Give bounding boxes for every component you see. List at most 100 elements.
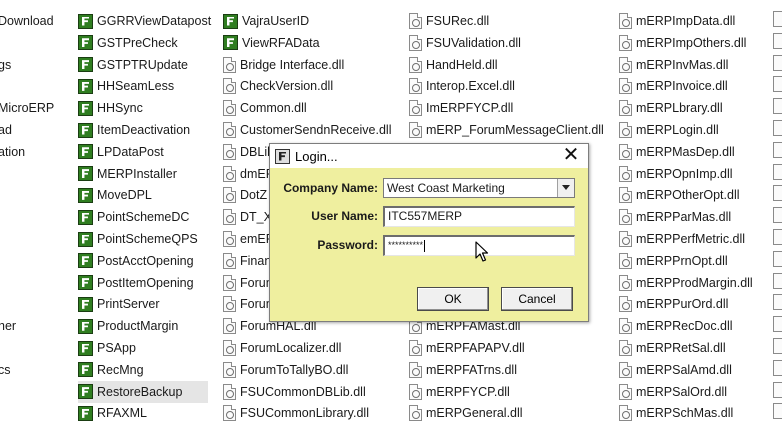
list-item[interactable]: FSUCommonLibrary.dll bbox=[223, 402, 369, 424]
list-item[interactable]: emEF bbox=[223, 228, 273, 250]
list-item[interactable]: GSTPreCheck bbox=[78, 32, 178, 54]
list-item[interactable]: mERPSalAmd.dll bbox=[619, 359, 732, 381]
list-item[interactable]: DotZ bbox=[223, 184, 267, 206]
list-item[interactable]: mERPProdMargin.dll bbox=[619, 272, 753, 294]
list-item-label: HHSeamLess bbox=[97, 79, 175, 94]
list-item[interactable]: PostItemOpening bbox=[78, 272, 194, 294]
list-item[interactable]: mERPOpnImp.dll bbox=[619, 163, 733, 185]
list-item[interactable]: mERPLbrary.dll bbox=[619, 97, 723, 119]
list-item[interactable]: mERPImpData.dll bbox=[619, 10, 735, 32]
list-item[interactable]: Common.dll bbox=[223, 97, 307, 119]
list-item[interactable]: mERPRetSal.dll bbox=[619, 337, 726, 359]
list-item[interactable]: Forun bbox=[223, 293, 273, 315]
dll-file-icon bbox=[223, 165, 236, 182]
list-item[interactable]: HandHeld.dll bbox=[409, 54, 498, 76]
list-item[interactable]: mERPParMas.dll bbox=[619, 206, 731, 228]
list-item-label: mERPSchMas.dll bbox=[636, 406, 734, 421]
user-name-input[interactable]: ITC557MERP bbox=[383, 206, 575, 227]
list-item[interactable]: PostAcctOpening bbox=[78, 250, 194, 272]
list-item[interactable]: mERPOtherOpt.dll bbox=[619, 184, 740, 206]
list-item[interactable]: RecMng bbox=[78, 359, 144, 381]
list-item[interactable]: GGRRViewDatapost bbox=[78, 10, 211, 32]
list-item[interactable]: PointSchemeQPS bbox=[78, 228, 198, 250]
list-item-label: FSUCommonDBLib.dll bbox=[240, 384, 366, 399]
list-item[interactable]: FSUValidation.dll bbox=[409, 32, 521, 54]
list-item[interactable]: HHSync bbox=[78, 97, 143, 119]
list-item[interactable]: ForumLocalizer.dll bbox=[223, 337, 341, 359]
list-item-label: Interop.Excel.dll bbox=[426, 79, 515, 94]
list-item[interactable]: MoveDPL bbox=[78, 184, 152, 206]
company-name-select[interactable]: West Coast Marketing bbox=[383, 178, 575, 198]
list-item[interactable]: her bbox=[0, 315, 16, 337]
list-item[interactable]: Download bbox=[0, 10, 54, 32]
list-item[interactable]: RestoreBackup bbox=[78, 380, 208, 403]
dll-file-icon bbox=[773, 141, 782, 158]
list-item[interactable]: MicroERP bbox=[0, 97, 54, 119]
chevron-down-icon[interactable] bbox=[557, 179, 574, 197]
company-name-value: West Coast Marketing bbox=[387, 181, 505, 195]
list-item-label: mERP_ForumMessageClient.dll bbox=[426, 123, 604, 137]
list-item[interactable]: DBLib bbox=[223, 141, 274, 163]
list-item[interactable]: mERPFYCP.dll bbox=[409, 381, 510, 403]
list-item[interactable]: ImERPFYCP.dll bbox=[409, 97, 513, 119]
list-item[interactable]: Bridge Interface.dll bbox=[223, 54, 344, 76]
list-item[interactable]: mERPPrnOpt.dll bbox=[619, 250, 728, 272]
list-item[interactable]: FSUCommonDBLib.dll bbox=[223, 381, 366, 403]
list-item[interactable]: Interop.Excel.dll bbox=[409, 75, 515, 97]
list-item-label: Forun bbox=[240, 275, 273, 290]
list-item[interactable]: ad bbox=[0, 119, 12, 141]
list-item[interactable]: gs bbox=[0, 54, 11, 76]
list-item[interactable]: mERPSchMas.dll bbox=[619, 402, 733, 424]
list-item[interactable]: mERPLogin.dll bbox=[619, 119, 719, 141]
list-item-label: DT_X bbox=[240, 210, 272, 225]
list-item[interactable]: HHSeamLess bbox=[78, 75, 174, 97]
list-item-label: mERPInvoice.dll bbox=[636, 79, 728, 94]
dialog-titlebar[interactable]: Login... ✕ bbox=[270, 144, 588, 168]
list-item[interactable]: MERPInstaller bbox=[78, 163, 177, 185]
list-item[interactable]: Finan bbox=[223, 250, 271, 272]
list-item[interactable]: ItemDeactivation bbox=[78, 119, 190, 141]
list-item[interactable]: FSURec.dll bbox=[409, 10, 489, 32]
list-item[interactable]: mERPGeneral.dll bbox=[409, 402, 523, 424]
ok-button[interactable]: OK bbox=[417, 287, 489, 311]
list-item[interactable]: ViewRFAData bbox=[223, 32, 320, 54]
list-item[interactable]: mERPPurOrd.dll bbox=[619, 293, 728, 315]
list-item[interactable]: dmEF bbox=[223, 163, 273, 185]
dll-file-icon bbox=[773, 54, 782, 71]
list-item-label: ViewRFAData bbox=[242, 35, 320, 50]
close-icon[interactable]: ✕ bbox=[560, 145, 582, 167]
application-exe-icon bbox=[78, 384, 93, 400]
list-item-label: GSTPreCheck bbox=[97, 35, 178, 50]
cancel-button[interactable]: Cancel bbox=[501, 287, 573, 311]
list-item[interactable]: mERPPerfMetric.dll bbox=[619, 228, 745, 250]
list-item-label: DotZ bbox=[240, 188, 268, 203]
list-item[interactable]: cs bbox=[0, 359, 11, 381]
list-item[interactable]: GSTPTRUpdate bbox=[78, 54, 188, 76]
list-item[interactable]: ForumToTallyBO.dll bbox=[223, 359, 348, 381]
list-item[interactable]: mERPFATrns.dll bbox=[409, 359, 517, 381]
dll-file-icon bbox=[773, 338, 782, 354]
dll-file-icon bbox=[619, 361, 632, 378]
list-item[interactable]: mERPInvoice.dll bbox=[619, 75, 728, 97]
list-item[interactable]: mERP_ForumMessageClient.dll bbox=[409, 119, 604, 141]
list-item[interactable]: mERPInvMas.dll bbox=[619, 54, 728, 76]
list-item[interactable]: mERPSalOrd.dll bbox=[619, 381, 727, 403]
list-item[interactable]: Forun bbox=[223, 272, 273, 294]
list-item[interactable]: VajraUserID bbox=[223, 10, 309, 32]
list-item[interactable]: CustomerSendnReceive.dll bbox=[223, 119, 391, 141]
list-item[interactable]: PSApp bbox=[78, 337, 136, 359]
application-exe-icon bbox=[78, 57, 93, 73]
list-item-label: FSURec.dll bbox=[426, 14, 490, 28]
list-item[interactable]: LPDataPost bbox=[78, 141, 164, 163]
list-item[interactable]: RFAXML bbox=[78, 402, 147, 424]
list-item[interactable]: mERPMasDep.dll bbox=[619, 141, 735, 163]
list-item[interactable]: mERPImpOthers.dll bbox=[619, 32, 746, 54]
list-item[interactable]: CheckVersion.dll bbox=[223, 75, 333, 97]
list-item[interactable]: PointSchemeDC bbox=[78, 206, 189, 228]
list-item[interactable]: DT_X bbox=[223, 206, 272, 228]
list-item[interactable]: ation bbox=[0, 141, 25, 163]
list-item[interactable]: mERPFAPAPV.dll bbox=[409, 337, 525, 359]
list-item[interactable]: ProductMargin bbox=[78, 315, 178, 337]
list-item[interactable]: mERPRecDoc.dll bbox=[619, 315, 733, 337]
list-item[interactable]: PrintServer bbox=[78, 293, 160, 315]
